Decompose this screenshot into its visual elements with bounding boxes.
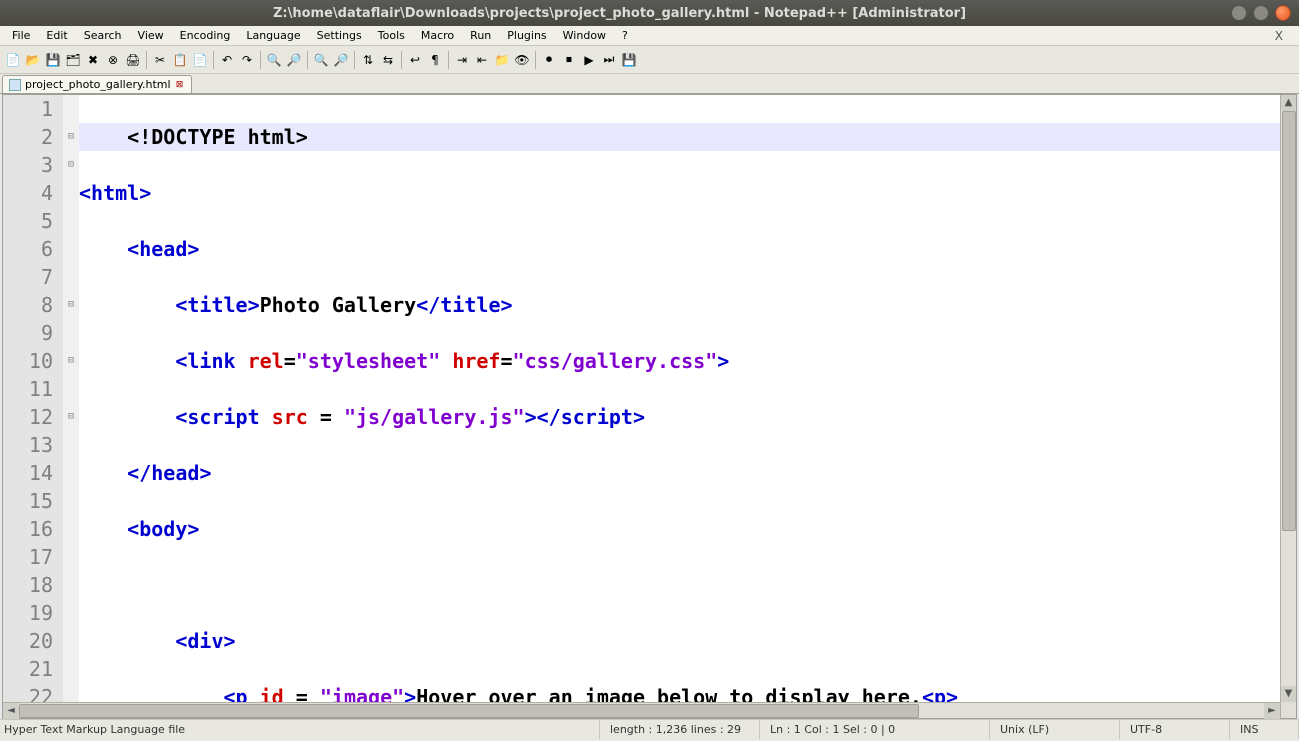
open-icon[interactable]: 📂 (24, 51, 42, 69)
menu-plugins[interactable]: Plugins (499, 27, 554, 44)
toolbar: 📄 📂 💾 🗂 ✖ ⊗ 🖨 ✂ 📋 📄 ↶ ↷ 🔍 🔎 🔍 🔎 ⇅ ⇆ ↩ ¶ … (0, 46, 1299, 74)
status-eol: Unix (LF) (990, 720, 1120, 739)
close-button[interactable] (1275, 5, 1291, 21)
play-icon[interactable]: ▶ (580, 51, 598, 69)
status-insert: INS (1230, 720, 1299, 739)
print-icon[interactable]: 🖨 (124, 51, 142, 69)
editor: 12345678910111213141516171819202122 ⊟⊟⊟⊟… (2, 94, 1297, 719)
menu-search[interactable]: Search (76, 27, 130, 44)
new-icon[interactable]: 📄 (4, 51, 22, 69)
sync-h-icon[interactable]: ⇆ (379, 51, 397, 69)
closeall-icon[interactable]: ⊗ (104, 51, 122, 69)
minimize-button[interactable] (1231, 5, 1247, 21)
status-stats: length : 1,236 lines : 29 (600, 720, 760, 739)
menu-window[interactable]: Window (555, 27, 614, 44)
file-icon (9, 79, 21, 91)
paste-icon[interactable]: 📄 (191, 51, 209, 69)
stop-icon[interactable]: ⏹ (560, 51, 578, 69)
menu-encoding[interactable]: Encoding (172, 27, 239, 44)
tab-close-icon[interactable]: ⊠ (175, 80, 185, 90)
outdent-icon[interactable]: ⇤ (473, 51, 491, 69)
menu-language[interactable]: Language (238, 27, 308, 44)
tab-label: project_photo_gallery.html (25, 78, 171, 91)
zoomout-icon[interactable]: 🔎 (332, 51, 350, 69)
indent-icon[interactable]: ⇥ (453, 51, 471, 69)
menu-view[interactable]: View (130, 27, 172, 44)
redo-icon[interactable]: ↷ (238, 51, 256, 69)
menu-edit[interactable]: Edit (38, 27, 75, 44)
vertical-scrollbar[interactable]: ▲ ▼ (1280, 95, 1296, 718)
savemacro-icon[interactable]: 💾 (620, 51, 638, 69)
status-position: Ln : 1 Col : 1 Sel : 0 | 0 (760, 720, 990, 739)
status-encoding: UTF-8 (1120, 720, 1230, 739)
menu-run[interactable]: Run (462, 27, 499, 44)
scroll-up-icon[interactable]: ▲ (1281, 95, 1296, 111)
scroll-thumb[interactable] (1282, 111, 1296, 531)
find-icon[interactable]: 🔍 (265, 51, 283, 69)
save-icon[interactable]: 💾 (44, 51, 62, 69)
menu-file[interactable]: File (4, 27, 38, 44)
code-area[interactable]: <!DOCTYPE html> <html> <head> <title>Pho… (79, 95, 1296, 718)
zoomin-icon[interactable]: 🔍 (312, 51, 330, 69)
close-icon[interactable]: ✖ (84, 51, 102, 69)
horizontal-scrollbar[interactable]: ◄ ► (3, 702, 1280, 718)
replace-icon[interactable]: 🔎 (285, 51, 303, 69)
line-gutter: 12345678910111213141516171819202122 (3, 95, 63, 718)
fold-gutter[interactable]: ⊟⊟⊟⊟⊟ (63, 95, 79, 718)
wrap-icon[interactable]: ↩ (406, 51, 424, 69)
monitor-icon[interactable]: 👁 (513, 51, 531, 69)
record-icon[interactable]: ⏺ (540, 51, 558, 69)
maximize-button[interactable] (1253, 5, 1269, 21)
scroll-right-icon[interactable]: ► (1264, 703, 1280, 719)
menubar: File Edit Search View Encoding Language … (0, 26, 1299, 46)
playmulti-icon[interactable]: ⏭ (600, 51, 618, 69)
undo-icon[interactable]: ↶ (218, 51, 236, 69)
menu-settings[interactable]: Settings (309, 27, 370, 44)
tab-active[interactable]: project_photo_gallery.html ⊠ (2, 75, 192, 93)
menu-close-x[interactable]: X (1267, 27, 1291, 45)
sync-v-icon[interactable]: ⇅ (359, 51, 377, 69)
cut-icon[interactable]: ✂ (151, 51, 169, 69)
menu-help[interactable]: ? (614, 27, 636, 44)
allchars-icon[interactable]: ¶ (426, 51, 444, 69)
scroll-left-icon[interactable]: ◄ (3, 703, 19, 719)
menu-macro[interactable]: Macro (413, 27, 462, 44)
saveall-icon[interactable]: 🗂 (64, 51, 82, 69)
folder-icon[interactable]: 📁 (493, 51, 511, 69)
hscroll-thumb[interactable] (19, 704, 919, 718)
titlebar: Z:\home\dataflair\Downloads\projects\pro… (0, 0, 1299, 26)
window-title: Z:\home\dataflair\Downloads\projects\pro… (8, 6, 1231, 21)
tabbar: project_photo_gallery.html ⊠ (0, 74, 1299, 94)
statusbar: Hyper Text Markup Language file length :… (0, 719, 1299, 739)
status-language: Hyper Text Markup Language file (0, 720, 600, 739)
scroll-down-icon[interactable]: ▼ (1281, 686, 1296, 702)
copy-icon[interactable]: 📋 (171, 51, 189, 69)
menu-tools[interactable]: Tools (370, 27, 413, 44)
